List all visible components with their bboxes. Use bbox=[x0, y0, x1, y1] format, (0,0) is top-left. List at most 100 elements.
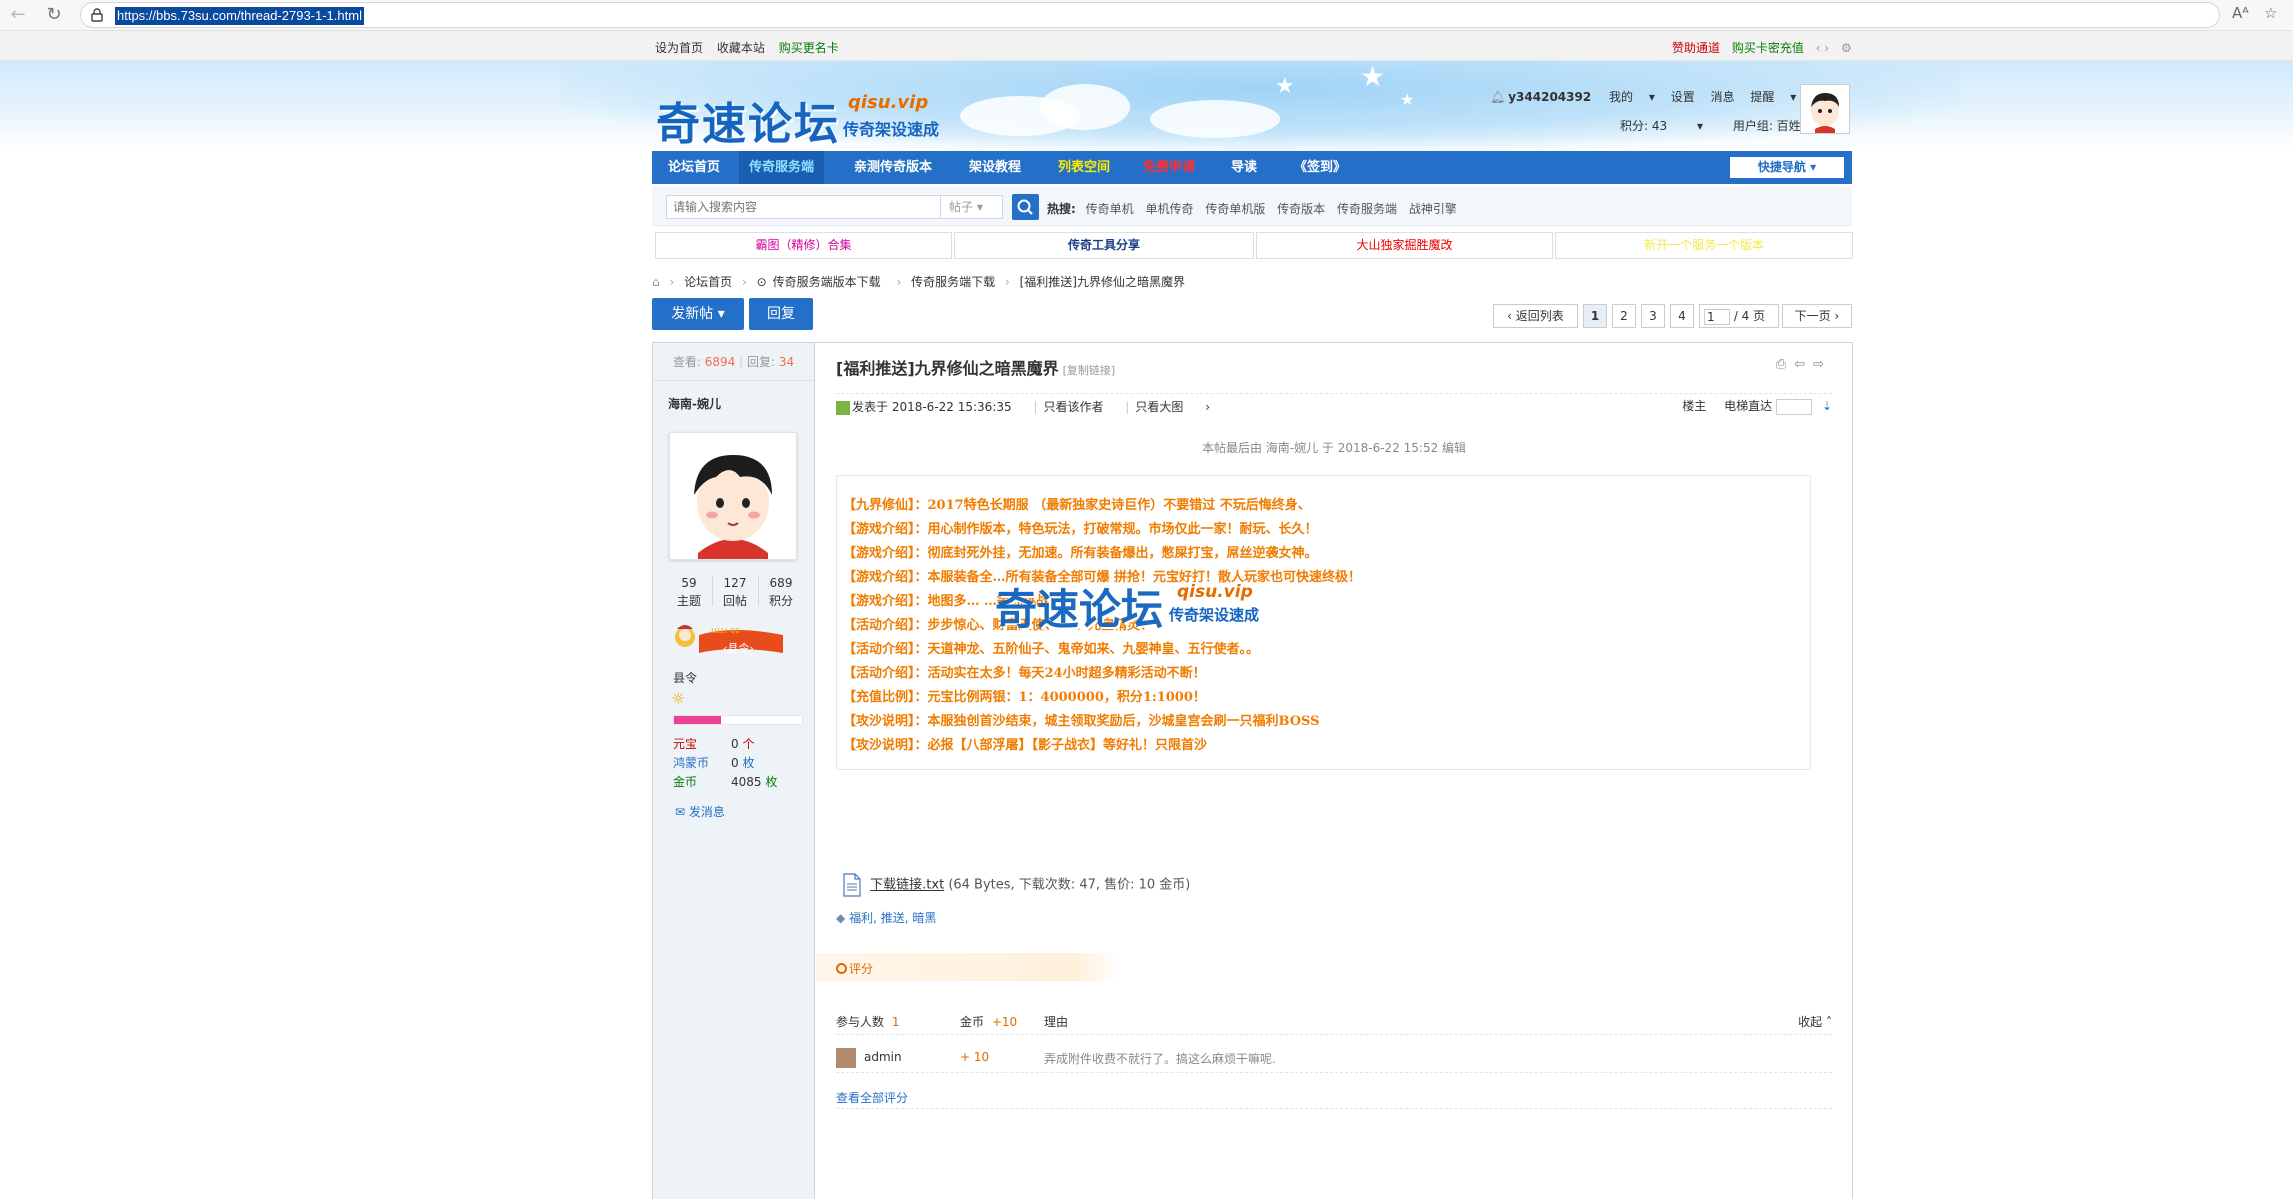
page-button[interactable]: 2 bbox=[1612, 304, 1636, 328]
gold-value: 4085 bbox=[731, 775, 762, 789]
page-button[interactable]: 3 bbox=[1641, 304, 1665, 328]
reply-button[interactable]: 回复 bbox=[749, 298, 813, 330]
collapse-icon: ⊙ bbox=[756, 275, 767, 289]
set-home-link[interactable]: 设为首页 bbox=[655, 41, 703, 55]
nav-tutorials[interactable]: 架设教程 bbox=[969, 151, 1021, 184]
breadcrumb-item[interactable]: [福利推送]九界修仙之暗黑魔界 bbox=[1020, 275, 1185, 289]
read-aloud-icon[interactable]: Aᴬ bbox=[2232, 4, 2249, 22]
nav-guide[interactable]: 导读 bbox=[1231, 151, 1257, 184]
back-icon[interactable]: ← bbox=[6, 3, 30, 27]
announcement-item[interactable]: 传奇工具分享 bbox=[954, 232, 1254, 259]
breadcrumb-item[interactable]: ⊙ 传奇服务端版本下载 bbox=[757, 275, 887, 289]
favorite-star-icon[interactable]: ☆ bbox=[2264, 4, 2277, 22]
user-group-label: 用户组: 百姓 bbox=[1732, 119, 1801, 133]
search-type-select[interactable]: 帖子 ▾ bbox=[941, 195, 1003, 219]
points-dropdown[interactable]: 积分: 43 ▾ bbox=[1620, 119, 1703, 133]
only-author-link[interactable]: 只看该作者 bbox=[1044, 400, 1104, 414]
search-input[interactable] bbox=[666, 195, 941, 219]
post-content: 【九界修仙】：2017特色长期服 （最新独家史诗巨作）不要错过 不玩后悔终身、 … bbox=[836, 475, 1811, 770]
breadcrumb-item[interactable]: 论坛首页 bbox=[684, 275, 732, 289]
menu-settings[interactable]: 设置 bbox=[1671, 90, 1695, 104]
announcement-item[interactable]: 大山独家掘胜魔改 bbox=[1256, 232, 1553, 259]
page-jump-input[interactable]: 1 bbox=[1704, 308, 1730, 325]
gold-unit: 枚 bbox=[765, 775, 778, 789]
search-type-label: 帖子 bbox=[949, 200, 974, 214]
only-images-link[interactable]: 只看大图 › bbox=[1135, 400, 1210, 414]
nav-free-apply[interactable]: 免费申请 bbox=[1143, 151, 1195, 184]
stat-threads-label: 主题 bbox=[676, 594, 701, 608]
thread-tools: ⎙⇦⇨ bbox=[1776, 357, 1832, 372]
bell-icon[interactable]: 🔔︎ bbox=[1490, 90, 1505, 104]
menu-messages[interactable]: 消息 bbox=[1711, 90, 1735, 104]
only-images-label: 只看大图 bbox=[1135, 400, 1184, 414]
elevator-go-icon[interactable]: ⇣ bbox=[1822, 399, 1832, 413]
nav-tested-versions[interactable]: 亲测传奇版本 bbox=[854, 151, 932, 184]
hot-item[interactable]: 传奇单机 bbox=[1086, 202, 1134, 216]
hot-item[interactable]: 单机传奇 bbox=[1145, 202, 1193, 216]
menu-remind[interactable]: 提醒 ▾ bbox=[1750, 90, 1796, 104]
reload-icon[interactable]: ↻ bbox=[42, 3, 66, 27]
online-status-icon bbox=[836, 400, 850, 415]
print-icon[interactable]: ⎙ bbox=[1776, 357, 1794, 372]
author-name[interactable]: 海南-婉儿 bbox=[668, 395, 721, 412]
back-list-label: 返回列表 bbox=[1515, 309, 1564, 323]
next-thread-icon[interactable]: ⇨ bbox=[1813, 357, 1832, 372]
breadcrumb-item[interactable]: 传奇服务端下载 bbox=[911, 275, 995, 289]
announcement-item[interactable]: 霸图（精修）合集 bbox=[655, 232, 952, 259]
buy-card-link[interactable]: 购买更名卡 bbox=[779, 41, 839, 55]
page-button[interactable]: 1 bbox=[1583, 304, 1607, 328]
username-link[interactable]: y344204392 bbox=[1508, 90, 1591, 104]
breadcrumb-separator: › bbox=[896, 275, 902, 289]
send-message-link[interactable]: ✉ 发消息 bbox=[675, 803, 725, 820]
search-bar: 帖子 ▾ 热搜: 传奇单机 单机传奇 传奇单机版 传奇版本 传奇服务端 战神引擎 bbox=[652, 186, 1852, 226]
stat-threads[interactable]: 59 主题 bbox=[667, 574, 711, 610]
stat-points[interactable]: 689 积分 bbox=[759, 574, 803, 610]
bookmark-link[interactable]: 收藏本站 bbox=[717, 41, 765, 55]
copy-link-button[interactable]: [复制链接] bbox=[1063, 364, 1116, 377]
send-message-label: 发消息 bbox=[688, 805, 725, 819]
site-logo[interactable]: 奇速论坛 bbox=[656, 88, 840, 152]
rating-collapse-button[interactable]: 收起 ˄ bbox=[1798, 1013, 1832, 1030]
url-text[interactable]: https://bbs.73su.com/thread-2793-1-1.htm… bbox=[115, 7, 364, 25]
style-icon[interactable]: ⚙ bbox=[1841, 41, 1852, 55]
home-icon[interactable]: ⌂ bbox=[652, 275, 660, 289]
new-post-button[interactable]: 发新帖 ▾ bbox=[652, 298, 744, 330]
next-page-button[interactable]: 下一页 › bbox=[1782, 304, 1852, 328]
hot-item[interactable]: 传奇服务端 bbox=[1337, 202, 1397, 216]
menu-mine[interactable]: 我的 ▾ bbox=[1609, 90, 1655, 104]
stat-posts[interactable]: 127 回帖 bbox=[713, 574, 757, 610]
search-button[interactable] bbox=[1012, 194, 1039, 220]
star-decoration: ★ bbox=[1360, 60, 1386, 93]
page-button[interactable]: 4 bbox=[1670, 304, 1694, 328]
prev-thread-icon[interactable]: ⇦ bbox=[1794, 357, 1813, 372]
hot-item[interactable]: 战神引擎 bbox=[1409, 202, 1457, 216]
rater-avatar[interactable] bbox=[836, 1048, 856, 1068]
quick-nav-button[interactable]: 快捷导航 ▾ bbox=[1730, 157, 1844, 178]
text-file-icon bbox=[843, 873, 861, 897]
announcement-item[interactable]: 新开一个服务一个版本 bbox=[1555, 232, 1853, 259]
hot-item[interactable]: 传奇单机版 bbox=[1205, 202, 1265, 216]
site-topbar: 设为首页 收藏本站 购买更名卡 赞助通道 购买卡密充值 ‹ › ⚙ bbox=[0, 31, 2293, 61]
sponsor-link[interactable]: 赞助通道 bbox=[1672, 41, 1720, 55]
browser-toolbar: ← ↻ https://bbs.73su.com/thread-2793-1-1… bbox=[0, 0, 2293, 31]
address-bar[interactable]: https://bbs.73su.com/thread-2793-1-1.htm… bbox=[80, 2, 2220, 28]
back-to-list-button[interactable]: ‹ 返回列表 bbox=[1493, 304, 1578, 328]
content-line: 【活动介绍】：天道神龙、五阶仙子、鬼帝如来、九婴神皇、五行使者。。 bbox=[843, 642, 1260, 657]
author-avatar[interactable] bbox=[669, 432, 797, 560]
rater-name[interactable]: admin bbox=[864, 1050, 902, 1064]
nav-checkin[interactable]: 《签到》 bbox=[1294, 151, 1346, 184]
view-all-ratings-link[interactable]: 查看全部评分 bbox=[836, 1089, 908, 1106]
author-sidebar: 查看: 6894 | 回复: 34 海南-婉儿 59 主题 127 回帖 689… bbox=[653, 343, 815, 1199]
nav-server[interactable]: 传奇服务端 bbox=[739, 151, 825, 184]
attachment-link[interactable]: 下载链接.txt bbox=[870, 878, 944, 893]
nav-list-space[interactable]: 列表空间 bbox=[1058, 151, 1110, 184]
user-avatar[interactable] bbox=[1800, 84, 1850, 134]
buy-recharge-link[interactable]: 购买卡密充值 bbox=[1732, 41, 1804, 55]
rank-medal-icon[interactable]: ɯɹɹ ɕɕ ‹县令› bbox=[671, 621, 789, 659]
switch-width-icon[interactable]: ‹ › bbox=[1816, 41, 1829, 55]
author-rank: 县令 bbox=[673, 671, 698, 685]
hot-item[interactable]: 传奇版本 bbox=[1277, 202, 1325, 216]
elevator-input[interactable] bbox=[1776, 398, 1813, 415]
nav-home[interactable]: 论坛首页 bbox=[668, 151, 720, 184]
tag-links[interactable]: 福利, 推送, 暗黑 bbox=[849, 911, 936, 925]
